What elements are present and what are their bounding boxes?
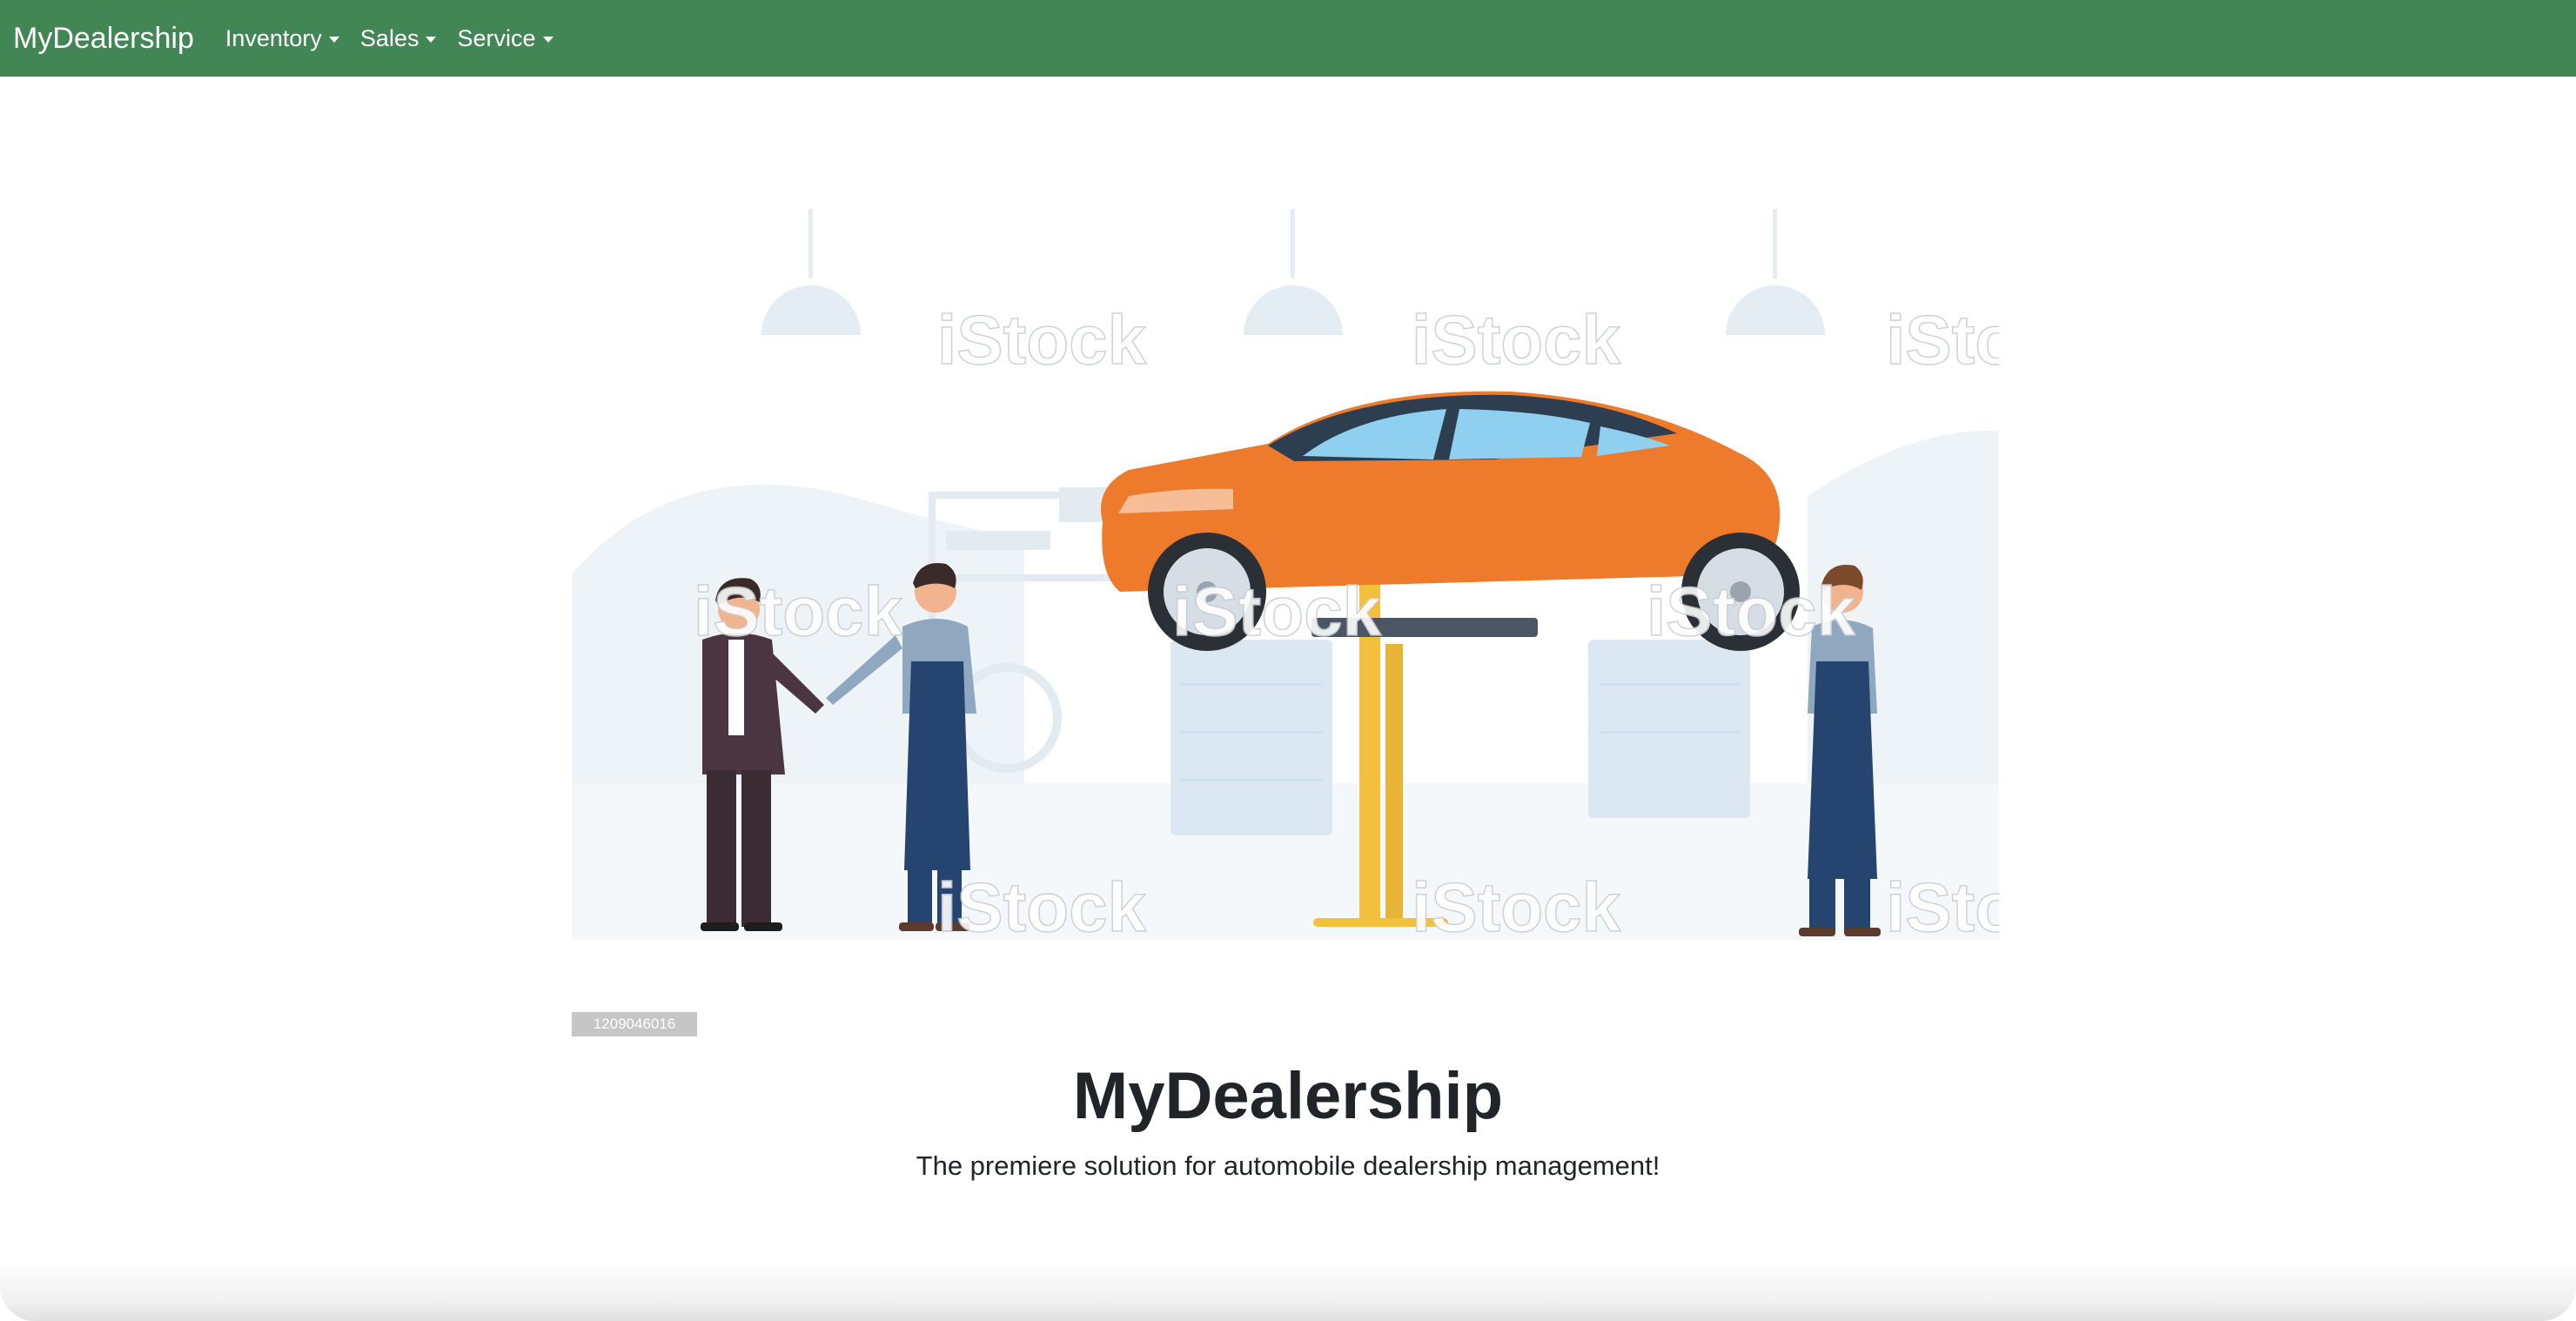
svg-text:iStock: iStock bbox=[1647, 573, 1856, 650]
stock-id-label: 1209046016 bbox=[572, 1012, 697, 1036]
svg-text:iStock: iStock bbox=[937, 868, 1147, 946]
nav-dropdown-inventory[interactable]: Inventory bbox=[225, 25, 339, 52]
brand-link[interactable]: MyDealership bbox=[13, 22, 194, 56]
page-title: MyDealership bbox=[1072, 1059, 1504, 1133]
nav-inventory-label: Inventory bbox=[225, 24, 322, 51]
svg-text:iStock: iStock bbox=[1172, 573, 1382, 650]
window-bottom-shadow bbox=[0, 1260, 2576, 1321]
nav-dropdown-service[interactable]: Service bbox=[457, 25, 553, 52]
navbar: MyDealership Inventory Sales Service bbox=[0, 0, 2576, 77]
svg-text:iStock: iStock bbox=[694, 573, 903, 650]
page-subtitle: The premiere solution for automobile dea… bbox=[916, 1150, 1660, 1181]
caret-down-icon bbox=[426, 36, 437, 43]
caret-down-icon bbox=[328, 36, 339, 43]
svg-text:iStock: iStock bbox=[937, 301, 1147, 379]
svg-text:iStock: iStock bbox=[1886, 868, 1999, 946]
nav-dropdown-sales[interactable]: Sales bbox=[360, 25, 437, 52]
nav-sales-label: Sales bbox=[359, 24, 419, 51]
hero-image: iStock iStock iStock iStock iStock iStoc… bbox=[572, 209, 1999, 978]
nav-service-label: Service bbox=[457, 24, 536, 51]
svg-text:iStock: iStock bbox=[1412, 301, 1621, 379]
svg-text:iStock: iStock bbox=[1412, 868, 1621, 946]
svg-text:iStock: iStock bbox=[1886, 301, 1999, 379]
caret-down-icon bbox=[542, 36, 553, 43]
